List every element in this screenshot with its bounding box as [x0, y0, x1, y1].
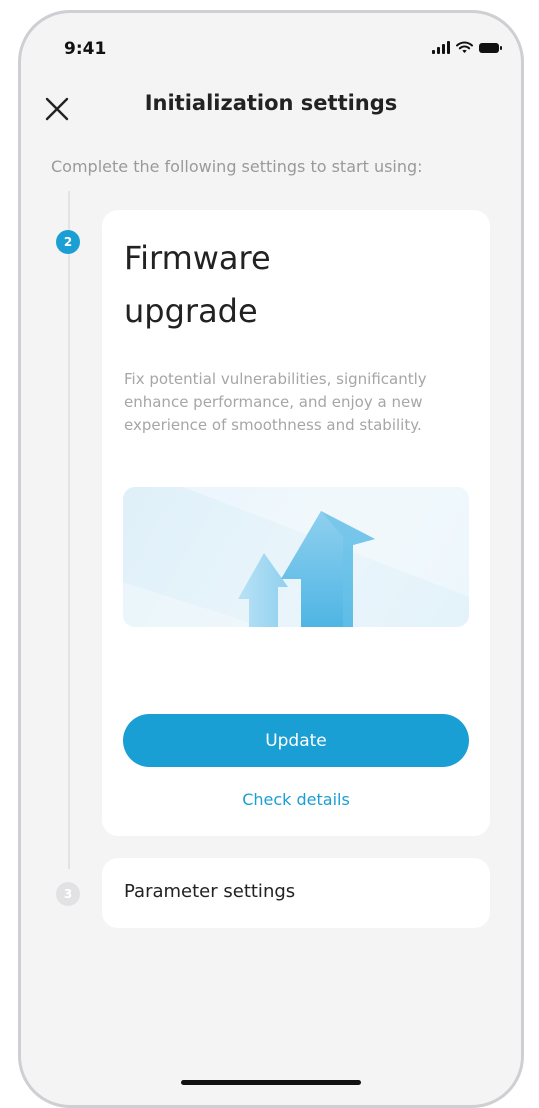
card-title: Parameter settings [124, 881, 296, 902]
upgrade-arrows-icon [123, 487, 469, 627]
signal-icon [432, 41, 450, 54]
timeline-line [68, 191, 70, 869]
home-indicator [181, 1080, 361, 1085]
subtitle: Complete the following settings to start… [51, 157, 423, 176]
firmware-upgrade-card: Firmware upgrade Fix potential vulnerabi… [102, 210, 490, 836]
card-title: Firmware upgrade [124, 239, 271, 330]
check-details-link[interactable]: Check details [102, 790, 490, 809]
card-description: Fix potential vulnerabilities, significa… [124, 370, 427, 434]
wifi-icon [456, 41, 473, 53]
update-button[interactable]: Update [123, 714, 469, 767]
battery-icon [479, 42, 502, 53]
step-number-inactive: 3 [56, 882, 80, 906]
upgrade-illustration [123, 487, 469, 627]
status-time: 9:41 [64, 39, 107, 59]
step-number-active: 2 [56, 230, 80, 254]
page-title: Initialization settings [144, 91, 398, 115]
status-icons [432, 41, 502, 54]
parameter-settings-card[interactable]: Parameter settings [102, 858, 490, 928]
phone-screen: 9:41 Initialization settings Complete th… [18, 10, 524, 1108]
